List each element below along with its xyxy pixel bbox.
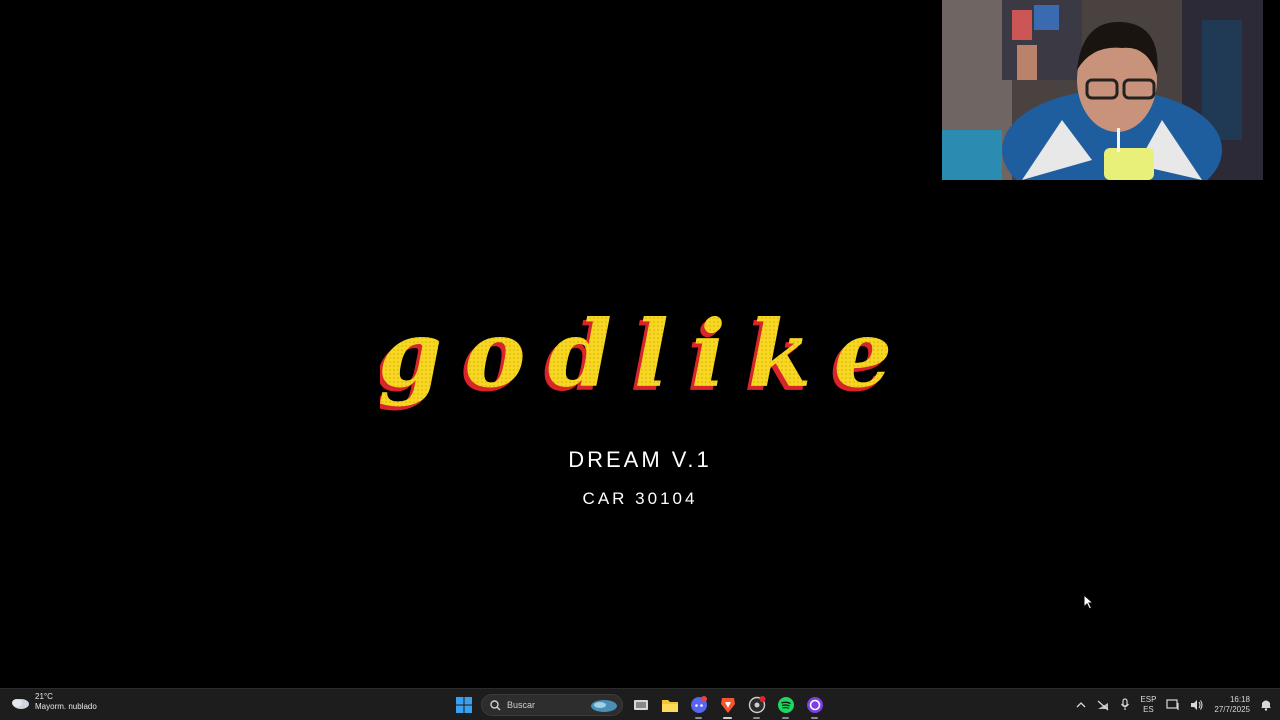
- weather-desc: Mayorm. nublado: [35, 702, 97, 711]
- start-button[interactable]: [452, 694, 475, 717]
- system-tray: ESP ES 16:18 27/7/2025: [1076, 689, 1272, 720]
- folder-icon: [661, 699, 678, 712]
- logo-text: godlike: [380, 300, 900, 408]
- partly-cloudy-icon: [12, 699, 29, 709]
- weather-widget[interactable]: 21°C Mayorm. nublado: [10, 692, 97, 712]
- record-icon: [748, 696, 765, 714]
- spotify-icon: [777, 697, 794, 713]
- clock[interactable]: 16:18 27/7/2025: [1214, 695, 1250, 715]
- task-view-button[interactable]: [629, 694, 652, 717]
- lang-top: ESP: [1140, 694, 1157, 704]
- microphone-icon[interactable]: [1120, 698, 1130, 711]
- circle-app-icon: [806, 697, 823, 713]
- network-off-icon[interactable]: [1096, 699, 1110, 711]
- taskbar-apps: Buscar: [452, 692, 826, 719]
- display-icon[interactable]: [1166, 698, 1180, 711]
- taskbar: 21°C Mayorm. nublado Buscar ESP ES 16:18…: [0, 688, 1280, 720]
- title-text: DREAM V.1: [568, 447, 712, 472]
- godlike-logo: godlike godlike: [0, 300, 1280, 420]
- search-placeholder: Buscar: [507, 700, 536, 710]
- webcam-image: [942, 0, 1263, 180]
- search-box[interactable]: Buscar: [481, 694, 623, 716]
- file-explorer-button[interactable]: [658, 694, 681, 717]
- screen: godlike godlike DREAM V.1 CAR 30104 21°C…: [0, 0, 1280, 720]
- circle-app-button[interactable]: [803, 694, 826, 719]
- chevron-up-icon[interactable]: [1076, 701, 1086, 709]
- notification-bell-icon[interactable]: [1260, 698, 1272, 711]
- discord-button[interactable]: [687, 694, 710, 719]
- search-icon: [490, 699, 501, 710]
- weather-temp: 21°C: [35, 692, 53, 701]
- discord-icon: [690, 696, 707, 713]
- spotify-button[interactable]: [774, 694, 797, 719]
- webcam-overlay: [942, 0, 1263, 180]
- mouse-cursor-icon: [1083, 594, 1095, 610]
- volume-icon[interactable]: [1190, 699, 1204, 711]
- clock-time: 16:18: [1229, 694, 1250, 704]
- task-view-icon: [633, 700, 648, 710]
- windows-logo-icon: [455, 697, 472, 713]
- obs-button[interactable]: [745, 694, 768, 719]
- clock-date: 27/7/2025: [1214, 704, 1250, 714]
- brave-lion-icon: [720, 698, 735, 713]
- language-indicator[interactable]: ESP ES: [1140, 695, 1156, 715]
- brave-button[interactable]: [716, 694, 739, 719]
- search-highlight-icon: [591, 700, 617, 712]
- lang-bottom: ES: [1143, 704, 1154, 714]
- code-text: CAR 30104: [582, 489, 698, 508]
